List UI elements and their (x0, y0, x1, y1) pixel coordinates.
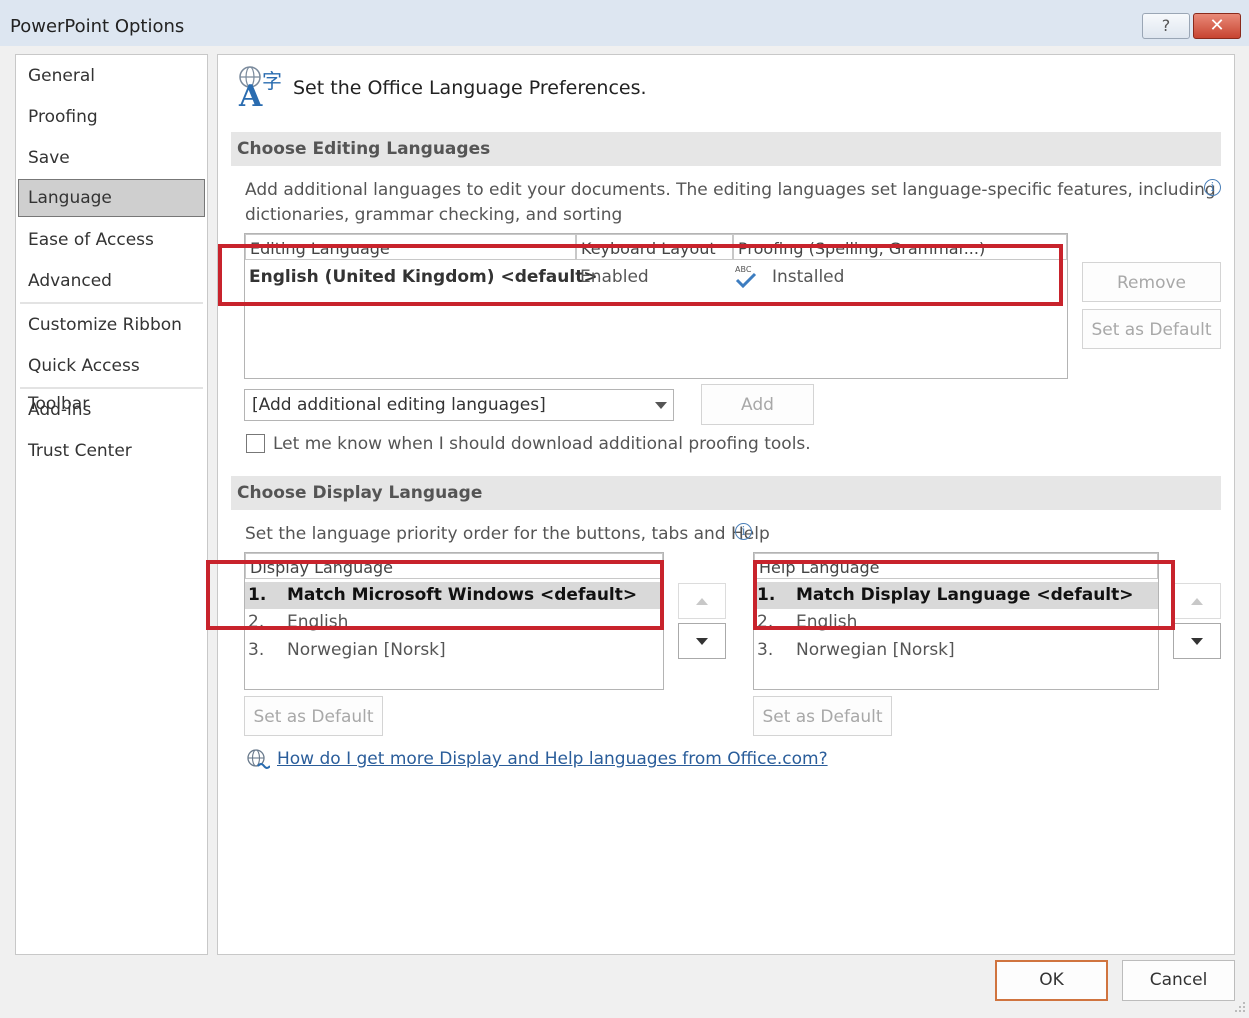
add-editing-language-dropdown[interactable]: [Add additional editing languages] (244, 389, 674, 421)
editing-languages-table[interactable]: Editing Language Keyboard Layout Proofin… (244, 233, 1068, 379)
section-editing-languages: Choose Editing Languages (231, 132, 1221, 166)
sidebar-item-add-ins[interactable]: Add-ins (18, 391, 205, 429)
help-language-header: Help Language (754, 553, 1158, 579)
sidebar-item-proofing[interactable]: Proofing (18, 98, 205, 136)
sidebar-item-ease-of-access[interactable]: Ease of Access (18, 221, 205, 259)
set-as-default-help-button[interactable]: Set as Default (753, 696, 892, 736)
close-icon: ✕ (1209, 15, 1225, 36)
info-icon[interactable]: i (735, 523, 752, 540)
svg-text:A: A (238, 79, 263, 110)
sidebar-divider (20, 302, 203, 304)
arrow-down-icon (696, 638, 708, 645)
resize-grip-icon[interactable] (1232, 998, 1246, 1012)
language-icon: A 字 (236, 64, 288, 114)
display-description: Set the language priority order for the … (245, 524, 770, 544)
spelling-check-icon: ABC (735, 264, 757, 290)
display-language-list[interactable]: Display Language 1. Match Microsoft Wind… (244, 552, 664, 690)
sidebar: General Proofing Save Language Ease of A… (15, 54, 208, 955)
sidebar-item-quick-access-toolbar[interactable]: Quick Access Toolbar (18, 347, 205, 414)
arrow-up-icon (1191, 598, 1203, 605)
editing-description-line1: Add additional languages to edit your do… (245, 180, 1216, 200)
help-language-list[interactable]: Help Language 1. Match Display Language … (753, 552, 1159, 690)
sidebar-item-language[interactable]: Language (18, 179, 205, 217)
editing-description-line2: dictionaries, grammar checking, and sort… (245, 205, 623, 225)
page-title: Set the Office Language Preferences. (293, 77, 647, 99)
download-proofing-tools-label: Let me know when I should download addit… (273, 434, 811, 454)
editing-language-cell: English (United Kingdom) <default> (249, 267, 598, 287)
sidebar-item-trust-center[interactable]: Trust Center (18, 432, 205, 470)
globe-link-icon (246, 748, 271, 772)
column-header-proofing[interactable]: Proofing (Spelling, Grammar...) (733, 234, 1067, 260)
keyboard-layout-cell: Enabled (580, 267, 649, 287)
list-item[interactable]: 1. Match Microsoft Windows <default> (245, 582, 663, 609)
list-item[interactable]: 2. English (245, 609, 663, 636)
list-item[interactable]: 3. Norwegian [Norsk] (245, 637, 663, 664)
set-as-default-editing-button[interactable]: Set as Default (1082, 309, 1221, 349)
sidebar-item-general[interactable]: General (18, 57, 205, 95)
column-header-editing-language[interactable]: Editing Language (245, 234, 576, 260)
list-item[interactable]: 2. English (754, 609, 1158, 636)
office-languages-link[interactable]: How do I get more Display and Help langu… (277, 749, 828, 769)
sidebar-item-advanced[interactable]: Advanced (18, 262, 205, 300)
svg-text:字: 字 (262, 69, 282, 93)
sidebar-item-customize-ribbon[interactable]: Customize Ribbon (18, 306, 205, 344)
sidebar-item-save[interactable]: Save (18, 139, 205, 177)
display-language-header: Display Language (245, 553, 663, 579)
sidebar-divider (20, 387, 203, 389)
display-move-down-button[interactable] (678, 623, 726, 659)
title-bar (0, 0, 1249, 46)
ok-button[interactable]: OK (995, 960, 1108, 1001)
arrow-up-icon (696, 598, 708, 605)
list-item[interactable]: 1. Match Display Language <default> (754, 582, 1158, 609)
help-icon: ? (1161, 16, 1171, 35)
set-as-default-display-button[interactable]: Set as Default (244, 696, 383, 736)
section-display-language: Choose Display Language (231, 476, 1221, 510)
info-icon[interactable]: i (1204, 179, 1221, 196)
help-button[interactable]: ? (1142, 13, 1190, 39)
help-move-up-button[interactable] (1173, 583, 1221, 619)
table-row[interactable]: English (United Kingdom) <default> Enabl… (245, 264, 1067, 292)
cancel-button[interactable]: Cancel (1122, 960, 1235, 1001)
remove-button[interactable]: Remove (1082, 262, 1221, 302)
display-move-up-button[interactable] (678, 583, 726, 619)
svg-text:ABC: ABC (735, 265, 752, 274)
help-move-down-button[interactable] (1173, 623, 1221, 659)
close-button[interactable]: ✕ (1193, 13, 1241, 39)
arrow-down-icon (1191, 638, 1203, 645)
proofing-cell: Installed (772, 267, 845, 287)
list-item[interactable]: 3. Norwegian [Norsk] (754, 637, 1158, 664)
column-header-keyboard-layout[interactable]: Keyboard Layout (576, 234, 733, 260)
add-button[interactable]: Add (701, 384, 814, 425)
window-title: PowerPoint Options (10, 16, 185, 37)
download-proofing-tools-checkbox[interactable] (246, 434, 265, 453)
chevron-down-icon (655, 402, 667, 409)
